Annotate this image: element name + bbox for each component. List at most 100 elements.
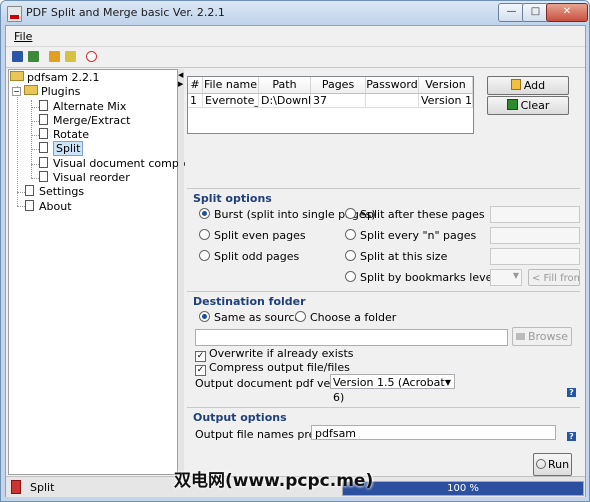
destination-path-field[interactable] [195, 329, 508, 346]
tree-item-about[interactable]: About [25, 200, 72, 214]
radio-size-label: Split at this size [360, 250, 448, 263]
help-icon[interactable]: ? [567, 388, 576, 397]
run-button[interactable]: Run [533, 453, 572, 476]
tree-root[interactable]: pdfsam 2.2.1 [10, 71, 100, 85]
radio-icon [199, 250, 210, 261]
radio-selected-icon [199, 208, 210, 219]
menu-bar: File [6, 26, 585, 47]
pane-splitter[interactable]: ◀ ▶ [178, 69, 184, 473]
maximize-button[interactable]: □ [522, 3, 549, 22]
radio-bookmarks-label: Split by bookmarks level [360, 271, 496, 284]
radio-after-label: Split after these pages [360, 208, 485, 221]
document-icon [39, 100, 48, 111]
window-title: PDF Split and Merge basic Ver. 2.2.1 [26, 6, 225, 19]
table-cell[interactable]: Evernote_... [203, 94, 259, 108]
collapse-icon[interactable]: − [12, 87, 21, 96]
chevron-down-icon: ▼ [512, 271, 519, 280]
settings-icon[interactable] [49, 51, 60, 62]
radio-odd-label: Split odd pages [214, 250, 300, 263]
col-header-pages[interactable]: Pages [311, 77, 366, 94]
document-icon [39, 157, 48, 168]
table-cell[interactable]: 37 [311, 94, 366, 108]
title-bar[interactable]: PDF Split and Merge basic Ver. 2.2.1 — □… [1, 1, 589, 25]
menu-file[interactable]: File [14, 30, 32, 43]
bookmark-level-select[interactable]: ▼ [490, 269, 522, 286]
close-button[interactable]: ✕ [546, 3, 588, 22]
document-icon [39, 171, 48, 182]
radio-even[interactable]: Split even pages [199, 229, 306, 242]
every-n-field[interactable] [490, 227, 580, 244]
table-cell[interactable]: 1 [188, 94, 203, 108]
clear-button-label: Clear [520, 99, 550, 112]
size-field[interactable] [490, 248, 580, 265]
folder-open-icon [24, 85, 38, 95]
compress-checkbox[interactable]: ✓ Compress output file/files [195, 361, 350, 376]
status-text: Split [30, 481, 55, 494]
tree-item-label: Visual reorder [53, 171, 130, 184]
exit-icon[interactable] [86, 51, 97, 62]
tree-item-label: Merge/Extract [53, 114, 131, 127]
save-icon[interactable] [12, 51, 23, 62]
table-cell[interactable] [366, 94, 419, 108]
add-button[interactable]: Add [487, 76, 569, 95]
pdf-app-icon [7, 6, 22, 22]
col-header-index[interactable]: # [188, 77, 203, 94]
tree-item-alternate-mix[interactable]: Alternate Mix [39, 100, 126, 114]
radio-bookmarks[interactable]: Split by bookmarks level [345, 271, 495, 284]
browse-button-label: Browse [527, 330, 569, 343]
prefix-input[interactable]: pdfsam [311, 425, 556, 440]
output-options-group: Output options Output file names prefix:… [187, 407, 580, 444]
radio-icon [345, 229, 356, 240]
split-options-group: Split options Burst (split into single p… [187, 188, 580, 289]
browse-button[interactable]: Browse [512, 327, 572, 346]
radio-choose-folder[interactable]: Choose a folder [295, 311, 396, 324]
open-icon[interactable] [28, 51, 39, 62]
col-header-password[interactable]: Password [366, 77, 419, 94]
radio-icon [199, 229, 210, 240]
compress-label: Compress output file/files [209, 361, 350, 374]
radio-even-label: Split even pages [214, 229, 306, 242]
radio-same-as-source[interactable]: Same as source [199, 311, 301, 324]
help-icon[interactable]: ? [567, 432, 576, 441]
watermark-text: 双电网(www.pcpc.me) [174, 471, 374, 491]
radio-odd[interactable]: Split odd pages [199, 250, 299, 263]
expand-right-icon[interactable]: ▶ [178, 80, 183, 88]
radio-choose-folder-label: Choose a folder [310, 311, 397, 324]
pdf-version-value: Version 1.5 (Acrobat 6) [333, 376, 445, 404]
tree-plugins[interactable]: − Plugins [12, 85, 80, 99]
app-window: PDF Split and Merge basic Ver. 2.2.1 — □… [0, 0, 590, 502]
collapse-left-icon[interactable]: ◀ [178, 71, 183, 79]
tree-root-label: pdfsam 2.2.1 [27, 71, 100, 84]
tree-item-rotate[interactable]: Rotate [39, 128, 89, 142]
overwrite-label: Overwrite if already exists [209, 347, 354, 360]
run-button-label: Run [547, 458, 570, 471]
radio-size[interactable]: Split at this size [345, 250, 447, 263]
destination-title: Destination folder [193, 295, 306, 308]
document-icon [39, 114, 48, 125]
menu-file-label: File [14, 30, 33, 43]
col-header-path[interactable]: Path [259, 77, 311, 94]
file-table[interactable]: # File name Path Pages Password Version … [187, 76, 474, 134]
tree-item-split[interactable]: Split [39, 141, 84, 156]
radio-after[interactable]: Split after these pages [345, 208, 485, 221]
minimize-button[interactable]: — [498, 3, 525, 22]
after-pages-field[interactable] [490, 206, 580, 223]
progress-bar: 100 % [342, 481, 584, 496]
overwrite-checkbox[interactable]: ✓ Overwrite if already exists [195, 347, 354, 362]
radio-every-n[interactable]: Split every "n" pages [345, 229, 476, 242]
checkbox-checked-icon: ✓ [195, 365, 206, 376]
edit-icon[interactable] [65, 51, 76, 62]
tree-item-visual-reorder[interactable]: Visual reorder [39, 171, 130, 185]
fill-from-button[interactable]: < Fill from [528, 269, 580, 286]
folder-open-icon [10, 71, 24, 81]
col-header-file-name[interactable]: File name [203, 77, 259, 94]
clear-button[interactable]: Clear [487, 96, 569, 115]
table-cell[interactable]: Version 1.... [419, 94, 473, 108]
split-options-title: Split options [193, 192, 272, 205]
table-cell[interactable]: D:\Downl... [259, 94, 311, 108]
col-header-version[interactable]: Version [419, 77, 473, 94]
pdf-version-select[interactable]: Version 1.5 (Acrobat 6) ▼ [330, 374, 455, 404]
tree-item-merge-extract[interactable]: Merge/Extract [39, 114, 130, 128]
tree-item-settings[interactable]: Settings [25, 185, 84, 199]
chevron-down-icon: ▼ [444, 378, 451, 387]
